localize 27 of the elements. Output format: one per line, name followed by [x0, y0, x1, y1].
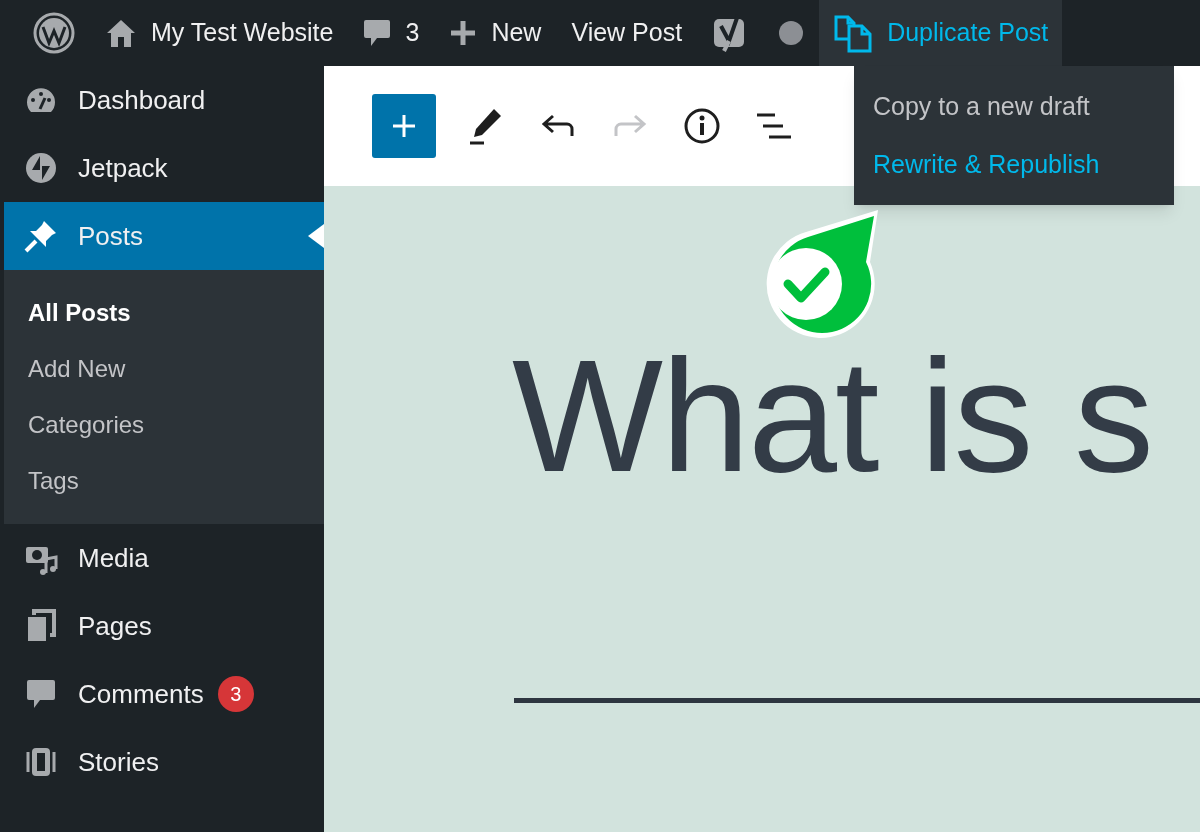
admin-bar-item[interactable]: 3 [348, 0, 435, 66]
status-dot-icon[interactable] [778, 20, 805, 46]
admin-bar-item[interactable]: Duplicate Post [819, 0, 1063, 66]
plus-icon [391, 113, 417, 139]
speech-bubble-icon [24, 678, 58, 710]
dropdown-item[interactable]: Rewrite & Republish [854, 135, 1174, 193]
dropdown-item[interactable]: Copy to a new draft [854, 78, 1174, 136]
speech-bubble-icon [363, 18, 392, 48]
count-badge: 3 [217, 676, 254, 712]
submenu-item[interactable]: Tags [4, 453, 324, 509]
gauge-icon [24, 88, 58, 112]
bolt-circle-icon [24, 152, 58, 184]
plus-icon [449, 19, 478, 47]
admin-bar-item[interactable]: My Test Website [90, 0, 349, 66]
admin-bar-item[interactable]: New [434, 0, 557, 66]
add-block-button[interactable] [372, 94, 436, 158]
pushpin-icon [24, 219, 58, 253]
submenu-item[interactable]: All Posts [4, 285, 324, 341]
stories-icon [24, 746, 58, 778]
house-icon [105, 18, 137, 48]
sidebar-item[interactable]: Posts [4, 202, 324, 270]
submenu-item[interactable]: Categories [4, 397, 324, 453]
submenu-item[interactable]: Add New [4, 341, 324, 397]
copy-icon [833, 13, 874, 53]
post-title[interactable]: What is s [512, 336, 1152, 496]
wordpress-logo-icon[interactable] [33, 12, 75, 54]
admin-bar-item[interactable]: View Post [556, 0, 698, 66]
